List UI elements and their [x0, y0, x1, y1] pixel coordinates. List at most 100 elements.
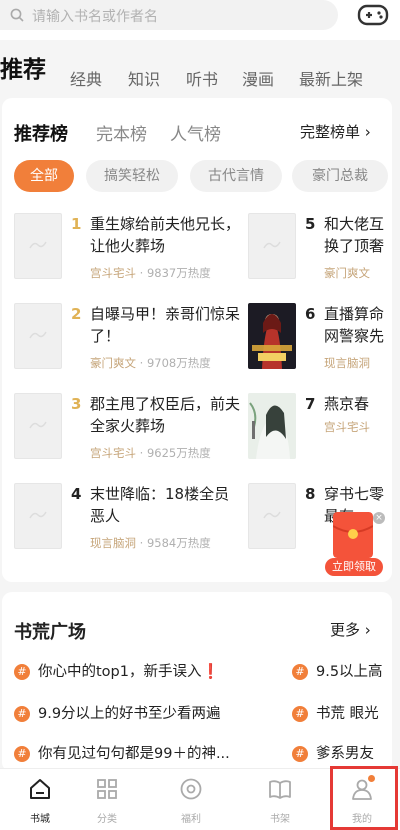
rank-number: 7: [305, 395, 316, 413]
topic-item[interactable]: #9.9分以上的好书至少看两遍: [14, 702, 221, 724]
full-list-link[interactable]: 完整榜单 ›: [300, 121, 371, 142]
category-tabs: 推荐 经典 知识 听书 漫画 最新上架: [0, 44, 400, 96]
book-cover: [14, 303, 62, 369]
rank-tab-popular[interactable]: 人气榜: [170, 120, 221, 145]
hashtag-icon: #: [292, 706, 308, 722]
book-tag: 现言脑洞: [90, 536, 136, 550]
topic-item[interactable]: # 书荒 眼光: [292, 702, 392, 724]
book-cover: [14, 213, 62, 279]
topic-item[interactable]: # 你心中的top1，新手误入❗: [14, 660, 220, 682]
book-tag: 现言脑洞: [324, 356, 370, 370]
topic-text: 9.9分以上的好书至少看两遍: [38, 706, 221, 722]
ranking-card: 推荐榜 完本榜 人气榜 完整榜单 › 全部 搞笑轻松 古代言情 豪门总裁 1 重…: [2, 98, 392, 582]
rank-number: 2: [71, 305, 82, 323]
book-item[interactable]: 3 郡主甩了权臣后，前夫全家火葬场 宫斗宅斗 · 9625万热度: [14, 393, 240, 483]
book-plaza-card: 书荒广场 更多 › # 你心中的top1，新手误入❗ #9.9分以上的好书至少看两…: [2, 592, 392, 772]
red-packet-widget[interactable]: × 立即领取: [325, 512, 385, 580]
chip-all[interactable]: 全部: [14, 160, 74, 192]
topic-text: 你心中的top1，新手误入: [38, 664, 202, 680]
tab-comics[interactable]: 漫画: [242, 66, 274, 90]
tab-recommend[interactable]: 推荐: [0, 50, 46, 84]
hashtag-icon: #: [14, 706, 30, 722]
cover-placeholder-icon: [29, 241, 47, 249]
rank-number: 4: [71, 485, 82, 503]
hashtag-icon: #: [292, 746, 308, 762]
hashtag-icon: #: [14, 746, 30, 762]
gift-circle-icon: [180, 778, 202, 800]
book-heat: · 9708万热度: [139, 356, 211, 370]
chip-rich-ceo[interactable]: 豪门总裁: [292, 160, 388, 192]
book-item[interactable]: 6 直播算命网警察先 现言脑洞: [248, 303, 392, 393]
search-icon: [10, 8, 24, 22]
rank-tab-completed[interactable]: 完本榜: [96, 120, 147, 145]
claim-now-button[interactable]: 立即领取: [325, 558, 383, 576]
topic-item[interactable]: # 爹系男友: [292, 742, 392, 764]
topic-text: 你有见过句句都是99＋的神...: [38, 746, 230, 762]
cover-placeholder-icon: [29, 511, 47, 519]
cover-placeholder-icon: [263, 241, 281, 249]
nav-label: 书架: [270, 814, 290, 825]
rank-number: 1: [71, 215, 82, 233]
rank-number: 8: [305, 485, 316, 503]
book-title: 和大佬互换了顶奢: [324, 215, 385, 255]
more-link[interactable]: 更多 ›: [330, 619, 371, 640]
book-tag: 豪门爽文: [324, 266, 370, 280]
tab-classic[interactable]: 经典: [70, 66, 102, 90]
topic-text: 爹系男友: [316, 746, 374, 762]
close-icon[interactable]: ×: [373, 512, 385, 524]
tab-knowledge[interactable]: 知识: [128, 66, 160, 90]
nav-welfare[interactable]: 福利: [151, 769, 231, 830]
book-tag: 宫斗宅斗: [90, 266, 136, 280]
book-heat: · 9584万热度: [139, 536, 211, 550]
book-cover-art: [248, 393, 296, 459]
home-icon: [30, 779, 50, 799]
book-item[interactable]: 1 重生嫁给前夫他兄长，让他火葬场 宫斗宅斗 · 9837万热度: [14, 213, 240, 303]
book-item[interactable]: 7 燕京春 宫斗宅斗: [248, 393, 392, 483]
book-meta: 现言脑洞: [324, 355, 370, 371]
gamepad-icon[interactable]: [356, 2, 390, 28]
book-title: 末世降临：18楼全员恶人: [90, 485, 230, 525]
book-icon: [269, 780, 291, 799]
book-item[interactable]: 2 自曝马甲！亲哥们惊呆了！ 豪门爽文 · 9708万热度: [14, 303, 240, 393]
grid-icon: [97, 779, 117, 799]
book-item[interactable]: 5 和大佬互换了顶奢 豪门爽文: [248, 213, 392, 303]
section-title: 书荒广场: [14, 622, 86, 643]
tab-audiobook[interactable]: 听书: [186, 66, 218, 90]
book-tag: 豪门爽文: [90, 356, 136, 370]
book-heat: · 9625万热度: [139, 446, 211, 460]
book-cover: [248, 483, 296, 549]
nav-category[interactable]: 分类: [67, 769, 147, 830]
cover-placeholder-icon: [29, 421, 47, 429]
chip-ancient-romance[interactable]: 古代言情: [190, 160, 282, 192]
chip-comedy[interactable]: 搞笑轻松: [86, 160, 178, 192]
book-item[interactable]: 4 末世降临：18楼全员恶人 现言脑洞 · 9584万热度: [14, 483, 229, 573]
search-input[interactable]: 请输入书名或作者名: [0, 0, 338, 30]
book-title: 直播算命网警察先: [324, 305, 385, 345]
nav-label: 福利: [181, 814, 201, 825]
topic-item[interactable]: #9.5以上高: [292, 660, 392, 682]
book-cover-art: [248, 303, 296, 369]
highlight-box: [330, 766, 398, 830]
rank-number: 6: [305, 305, 316, 323]
rank-tab-recommend[interactable]: 推荐榜: [14, 120, 68, 146]
cover-placeholder-icon: [263, 511, 281, 519]
nav-label: 分类: [97, 814, 117, 825]
nav-bookshelf[interactable]: 书架: [240, 769, 320, 830]
book-tag: 宫斗宅斗: [324, 420, 370, 434]
search-bar: 请输入书名或作者名: [0, 0, 400, 40]
book-meta: 宫斗宅斗 · 9837万热度: [90, 265, 211, 281]
topic-item[interactable]: # 你有见过句句都是99＋的神...: [14, 742, 230, 764]
topic-text: 书荒 眼光: [316, 706, 379, 722]
book-title: 郡主甩了权臣后，前夫全家火葬场: [90, 395, 241, 435]
rank-number: 5: [305, 215, 316, 233]
book-meta: 豪门爽文 · 9708万热度: [90, 355, 211, 371]
book-cover: [14, 483, 62, 549]
book-tag: 宫斗宅斗: [90, 446, 136, 460]
tab-new-arrivals[interactable]: 最新上架: [299, 66, 363, 90]
book-meta: 现言脑洞 · 9584万热度: [90, 535, 211, 551]
search-placeholder: 请输入书名或作者名: [32, 9, 158, 25]
book-meta: 宫斗宅斗: [324, 419, 370, 435]
cover-placeholder-icon: [29, 331, 47, 339]
red-envelope-icon: [333, 512, 373, 558]
book-meta: 宫斗宅斗 · 9625万热度: [90, 445, 211, 461]
